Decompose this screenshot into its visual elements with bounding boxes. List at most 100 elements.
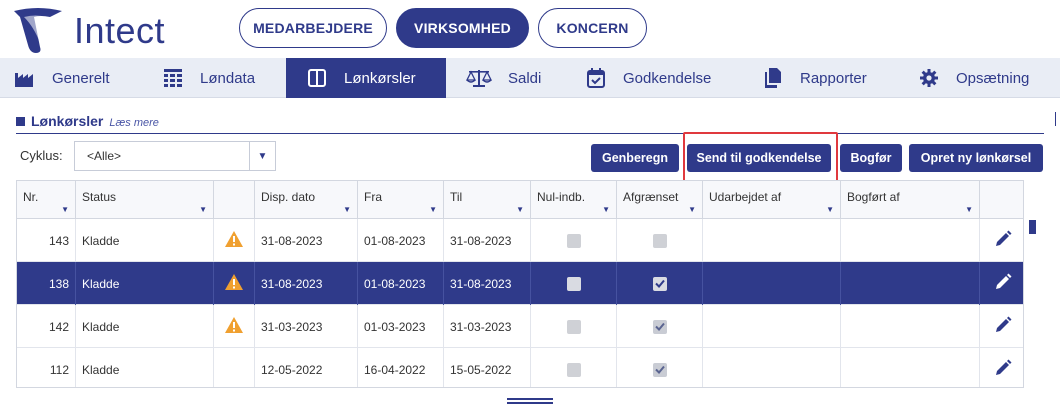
genberegn-button[interactable]: Genberegn	[591, 144, 679, 172]
cycle-label: Cyklus:	[20, 148, 63, 163]
column-header-fra[interactable]: Fra ▼	[358, 181, 444, 219]
cell-disp: 31-03-2023	[255, 305, 358, 348]
column-header-status[interactable]: Status ▼	[76, 181, 214, 219]
create-payroll-run-button[interactable]: Opret ny lønkørsel	[909, 144, 1043, 172]
filter-icon[interactable]: ▼	[61, 205, 69, 214]
tab-virksomhed[interactable]: VIRKSOMHED	[396, 8, 529, 48]
nav-item-londata[interactable]: Løndata	[162, 58, 286, 98]
section-marker-icon	[16, 117, 25, 126]
cell-nr: 143	[17, 219, 76, 262]
column-header-bogfort-af[interactable]: Bogført af ▼	[841, 181, 980, 219]
column-header-nr[interactable]: Nr. ▼	[17, 181, 76, 219]
scales-icon	[466, 67, 492, 89]
cell-fra: 16-04-2022	[358, 348, 444, 387]
filter-icon[interactable]: ▼	[199, 205, 207, 214]
column-header-nul-indb[interactable]: Nul-indb. ▼	[531, 181, 617, 219]
edit-pencil-icon[interactable]	[994, 316, 1012, 337]
column-header-udarbejdet-af[interactable]: Udarbejdet af ▼	[703, 181, 841, 219]
cell-afg	[617, 348, 703, 387]
cell-afg	[617, 262, 703, 305]
cell-disp: 12-05-2022	[255, 348, 358, 387]
filter-icon[interactable]: ▼	[343, 205, 351, 214]
filter-icon[interactable]: ▼	[516, 205, 524, 214]
edit-pencil-icon[interactable]	[994, 230, 1012, 251]
nav-label: Godkendelse	[623, 69, 712, 87]
spreadsheet-icon	[162, 67, 184, 89]
filter-icon[interactable]: ▼	[688, 205, 696, 214]
table-scrollbar[interactable]	[1026, 218, 1038, 388]
cell-nul	[531, 219, 617, 262]
table-row[interactable]: 138 Kladde 31-08-2023 01-08-2023 31-08-2023	[17, 262, 1023, 305]
scrollbar-thumb[interactable]	[1029, 220, 1036, 234]
edit-pencil-icon[interactable]	[994, 273, 1012, 294]
panel-resize-handle[interactable]	[507, 398, 553, 404]
cell-warn	[214, 219, 255, 262]
table-row[interactable]: 112 Kladde 12-05-2022 16-04-2022 15-05-2022	[17, 348, 1023, 387]
cell-til: 15-05-2022	[444, 348, 531, 387]
brand-logo[interactable]: Intect	[10, 6, 165, 56]
cell-text: 112	[49, 362, 69, 377]
nul-indb-checkbox	[566, 319, 581, 334]
cell-bogf	[841, 348, 980, 387]
nul-indb-checkbox	[566, 276, 581, 291]
nav-item-opsaetning[interactable]: Opsætning	[918, 58, 1058, 98]
cell-warn	[214, 305, 255, 348]
cell-disp: 31-08-2023	[255, 262, 358, 305]
warning-icon	[224, 273, 244, 294]
cell-edit	[980, 262, 1023, 305]
cell-nul	[531, 262, 617, 305]
cell-text: 01-03-2023	[364, 319, 426, 334]
filter-icon[interactable]: ▼	[429, 205, 437, 214]
bogfor-button[interactable]: Bogfør	[840, 144, 902, 172]
learn-more-link[interactable]: Læs mere	[109, 117, 159, 129]
cell-warn	[214, 348, 255, 387]
nav-item-godkendelse[interactable]: Godkendelse	[585, 58, 745, 98]
afgraenset-checkbox	[652, 233, 667, 248]
main-nav: Generelt Løndata Lønkørsler Saldi Godken…	[0, 58, 1060, 98]
cell-text: 143	[48, 233, 69, 248]
cycle-select[interactable]: <Alle> ▼	[74, 141, 276, 171]
cell-text: Kladde	[82, 233, 120, 248]
nav-label: Lønkørsler	[344, 69, 416, 87]
section-header: Lønkørsler Læs mere	[16, 113, 159, 129]
nav-label: Løndata	[200, 69, 256, 87]
cell-fra: 01-03-2023	[358, 305, 444, 348]
cell-text: 15-05-2022	[450, 362, 512, 377]
panel-edge	[1055, 112, 1056, 126]
cell-text: 31-08-2023	[450, 233, 512, 248]
cell-text: Kladde	[82, 319, 120, 334]
nav-item-lonkorsler[interactable]: Lønkørsler	[286, 58, 446, 98]
chevron-down-icon[interactable]: ▼	[249, 142, 275, 170]
cell-text: 31-03-2023	[261, 319, 323, 334]
gear-icon	[918, 67, 940, 89]
cell-text: 01-08-2023	[364, 233, 426, 248]
filter-icon[interactable]: ▼	[965, 205, 973, 214]
cell-text: 142	[48, 319, 69, 334]
column-header-actions	[980, 181, 1023, 219]
calendar-check-icon	[585, 67, 607, 89]
cell-udarb	[703, 219, 841, 262]
filter-icon[interactable]: ▼	[602, 205, 610, 214]
cycle-select-value: <Alle>	[87, 149, 122, 163]
table-row[interactable]: 143 Kladde 31-08-2023 01-08-2023 31-08-2023	[17, 219, 1023, 262]
afgraenset-checkbox	[652, 362, 667, 377]
nav-item-saldi[interactable]: Saldi	[466, 58, 576, 98]
cell-udarb	[703, 262, 841, 305]
column-header-disp-dato[interactable]: Disp. dato ▼	[255, 181, 358, 219]
table-row[interactable]: 142 Kladde 31-03-2023 01-03-2023 31-03-2023	[17, 305, 1023, 348]
afgraenset-checkbox	[652, 319, 667, 334]
nav-item-rapporter[interactable]: Rapporter	[762, 58, 902, 98]
edit-pencil-icon[interactable]	[994, 359, 1012, 380]
column-header-warning	[214, 181, 255, 219]
cell-status: Kladde	[76, 348, 214, 387]
column-header-afgraenset[interactable]: Afgrænset ▼	[617, 181, 703, 219]
column-header-til[interactable]: Til ▼	[444, 181, 531, 219]
page-title: Lønkørsler	[31, 113, 104, 129]
section-divider	[16, 133, 1044, 134]
nav-item-generelt[interactable]: Generelt	[14, 58, 154, 98]
cell-fra: 01-08-2023	[358, 219, 444, 262]
intect-logo-icon	[14, 8, 62, 53]
filter-icon[interactable]: ▼	[826, 205, 834, 214]
tab-koncern[interactable]: KONCERN	[538, 8, 647, 48]
tab-medarbejdere[interactable]: MEDARBEJDERE	[239, 8, 387, 48]
